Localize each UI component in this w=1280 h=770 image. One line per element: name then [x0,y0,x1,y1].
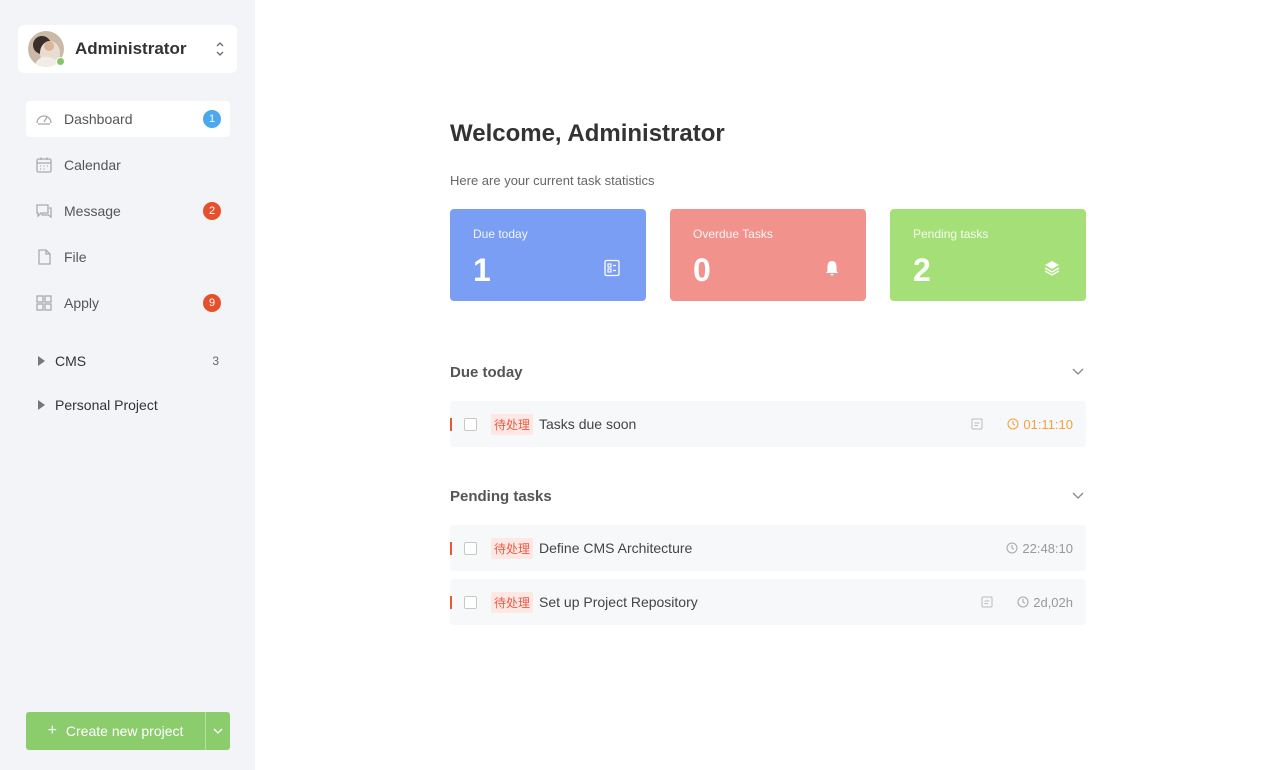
nav-label: File [64,249,87,265]
clock-icon [1017,596,1029,608]
stat-card-overdue[interactable]: Overdue Tasks 0 [670,209,866,301]
subtask-icon [971,418,983,430]
message-icon [35,202,53,220]
create-project-label: Create new project [65,723,184,739]
avatar [28,31,65,67]
clock-icon [1007,418,1019,430]
task-time: 2d,02h [1033,594,1073,610]
stat-label: Due today [473,227,528,241]
task-title: Tasks due soon [539,416,637,432]
stat-card-due-today[interactable]: Due today 1 [450,209,646,301]
task-checkbox[interactable] [464,541,477,555]
create-project-dropdown[interactable] [206,712,230,750]
chevron-updown-icon[interactable] [215,39,225,59]
subtask-icon [981,596,993,608]
project-label: CMS [55,353,87,369]
stat-value: 0 [693,252,711,288]
task-time: 01:11:10 [1023,416,1073,432]
project-list: CMS 3 Personal Project [26,346,230,434]
project-count: 3 [212,354,219,368]
stat-label: Pending tasks [913,227,989,241]
nav-item-dashboard[interactable]: Dashboard 1 [26,101,230,137]
nav-item-calendar[interactable]: Calendar [26,147,230,183]
project-item-cms[interactable]: CMS 3 [26,346,230,376]
nav-label: Dashboard [64,111,133,127]
stat-value: 2 [913,252,931,288]
task-checkbox[interactable] [464,417,477,431]
nav-label: Apply [64,295,100,311]
user-name: Administrator [75,39,187,58]
online-status-dot [56,57,65,66]
task-row[interactable]: 待处理 Tasks due soon 01:11:10 [450,401,1086,447]
nav-item-apply[interactable]: Apply 9 [26,285,230,321]
nav-badge: 9 [203,294,221,312]
chevron-down-icon[interactable] [1072,368,1084,376]
priority-bar [450,542,452,555]
stat-value: 1 [473,252,491,288]
task-title: Set up Project Repository [539,594,698,610]
nav-item-file[interactable]: File [26,239,230,275]
dashboard-icon [35,110,53,128]
task-meta: 22:48:10 [1006,541,1073,556]
task-title: Define CMS Architecture [539,540,693,556]
task-meta: 2d,02h [981,595,1073,610]
task-checkbox[interactable] [464,595,477,609]
task-row[interactable]: 待处理 Set up Project Repository 2d,02h [450,579,1086,625]
checklist-icon [604,259,620,277]
file-icon [35,248,53,266]
nav-label: Message [64,203,121,219]
status-tag: 待处理 [491,591,534,613]
layers-icon [1044,261,1060,276]
priority-bar [450,418,452,431]
page-title: Welcome, Administrator [450,120,725,147]
main-nav: Dashboard 1 Calendar Message 2 File Appl… [26,101,230,331]
caret-right-icon[interactable] [38,356,45,366]
nav-badge: 2 [203,202,221,220]
create-project-button[interactable]: + Create new project [26,712,206,750]
nav-badge: 1 [203,110,221,128]
task-row[interactable]: 待处理 Define CMS Architecture 22:48:10 [450,525,1086,571]
chevron-down-icon[interactable] [1072,492,1084,500]
bell-icon [826,261,838,276]
caret-right-icon[interactable] [38,400,45,410]
calendar-icon [35,156,53,174]
task-meta: 01:11:10 [971,417,1073,432]
priority-bar [450,596,452,609]
plus-icon: + [47,722,57,739]
apps-icon [35,294,53,312]
stat-card-pending[interactable]: Pending tasks 2 [890,209,1086,301]
clock-icon [1006,542,1018,554]
project-item-personal[interactable]: Personal Project [26,390,230,420]
nav-label: Calendar [64,157,121,173]
status-tag: 待处理 [491,413,534,435]
stat-label: Overdue Tasks [693,227,773,241]
page-subtitle: Here are your current task statistics [450,173,655,188]
status-tag: 待处理 [491,537,534,559]
user-switcher[interactable]: Administrator [18,25,237,73]
chevron-down-icon [213,728,223,734]
nav-item-message[interactable]: Message 2 [26,193,230,229]
section-title-pending[interactable]: Pending tasks [450,488,552,505]
create-project-button-group: + Create new project [26,712,230,750]
section-title-due-today[interactable]: Due today [450,364,523,381]
task-time: 22:48:10 [1022,540,1073,556]
project-label: Personal Project [55,397,158,413]
sidebar: Administrator Dashboard 1 Calendar Messa… [0,0,255,770]
